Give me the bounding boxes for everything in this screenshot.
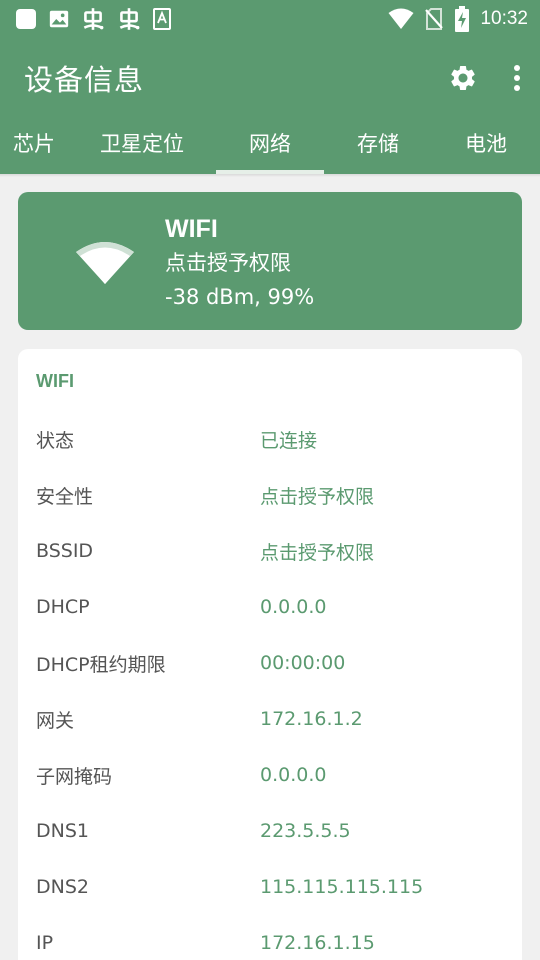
no-sim-icon: [424, 7, 444, 31]
detail-row-subnet-mask: 子网掩码 0.0.0.0: [36, 747, 522, 803]
detail-value[interactable]: 点击授予权限: [260, 482, 374, 509]
wifi-summary-subtitle: 点击授予权限: [165, 251, 291, 275]
detail-label: DNS1: [36, 820, 89, 842]
battery-charging-icon: [454, 6, 470, 32]
detail-label: DNS2: [36, 876, 89, 898]
detail-value: 已连接: [260, 429, 318, 452]
detail-value: 115.115.115.115: [260, 876, 424, 898]
gear-icon: [451, 66, 475, 90]
detail-label: 子网掩码: [36, 765, 113, 788]
wifi-signal-strength: -38 dBm, 99%: [165, 285, 315, 309]
bug-icon: [116, 6, 142, 32]
top-bar: 10:32 设备信息 芯片 卫星定位 网络 存储 电池: [0, 0, 540, 174]
settings-button[interactable]: [448, 63, 478, 93]
tab-bar-shadow: [0, 174, 540, 177]
clock: 10:32: [480, 8, 528, 29]
wifi-summary-card[interactable]: WIFI 点击授予权限 -38 dBm, 99%: [18, 192, 522, 330]
device-info-screen: 10:32 设备信息 芯片 卫星定位 网络 存储 电池 WIFI 点击授予权限 …: [0, 0, 540, 960]
detail-value: 172.16.1.2: [260, 708, 363, 730]
detail-row-bssid[interactable]: BSSID 点击授予权限: [36, 523, 522, 579]
detail-label: 网关: [36, 709, 75, 732]
detail-row-dhcp: DHCP 0.0.0.0: [36, 579, 522, 635]
square-app-icon: [14, 7, 38, 31]
detail-value: 223.5.5.5: [260, 820, 351, 842]
tab-label: 芯片: [13, 132, 55, 156]
bug-icon: [80, 6, 106, 32]
detail-row-gateway: 网关 172.16.1.2: [36, 691, 522, 747]
detail-row-dhcp-lease: DHCP租约期限 00:00:00: [36, 635, 522, 691]
detail-label: DHCP租约期限: [36, 653, 166, 676]
detail-label: DHCP: [36, 596, 90, 618]
tab-label: 网络: [249, 132, 291, 156]
wifi-details-card: WIFI 状态 已连接 安全性 点击授予权限 BSSID 点击授予权限 DHCP…: [18, 349, 522, 960]
tab-label: 存储: [357, 132, 399, 156]
detail-label: 状态: [36, 429, 75, 452]
detail-value: 00:00:00: [260, 652, 346, 674]
more-vert-icon: [514, 65, 520, 91]
detail-row-dns2: DNS2 115.115.115.115: [36, 859, 522, 915]
tab-label: 电池: [465, 132, 507, 156]
tab-satellite-positioning[interactable]: 卫星定位: [68, 118, 216, 174]
tab-chip[interactable]: 芯片: [0, 118, 68, 174]
tab-bar: 芯片 卫星定位 网络 存储 电池: [0, 118, 540, 174]
detail-value: 172.16.1.15: [260, 932, 375, 954]
detail-row-security[interactable]: 安全性 点击授予权限: [36, 467, 522, 523]
tab-network[interactable]: 网络: [216, 118, 324, 174]
tab-battery[interactable]: 电池: [432, 118, 540, 174]
wifi-summary-title: WIFI: [165, 215, 218, 243]
status-bar-notifications: [14, 6, 172, 32]
detail-value: 0.0.0.0: [260, 764, 327, 786]
wifi-summary-text: WIFI 点击授予权限 -38 dBm, 99%: [165, 212, 314, 314]
detail-row-ip: IP 172.16.1.15: [36, 915, 522, 960]
detail-row-dns1: DNS1 223.5.5.5: [36, 803, 522, 859]
wifi-icon: [388, 8, 414, 30]
app-bar: 设备信息: [0, 38, 540, 118]
font-icon: [152, 8, 172, 30]
detail-value[interactable]: 点击授予权限: [260, 538, 374, 565]
more-options-button[interactable]: [512, 64, 522, 92]
page-title: 设备信息: [24, 63, 145, 97]
app-bar-actions: [448, 63, 522, 93]
detail-value: 0.0.0.0: [260, 596, 327, 618]
tab-storage[interactable]: 存储: [324, 118, 432, 174]
status-bar-system: 10:32: [388, 6, 528, 32]
detail-label: IP: [36, 932, 54, 954]
status-bar: 10:32: [0, 0, 540, 38]
detail-label: 安全性: [36, 485, 94, 508]
tab-label: 卫星定位: [100, 132, 184, 156]
detail-row-status: 状态 已连接: [36, 411, 522, 467]
image-icon: [48, 8, 70, 30]
wifi-signal-icon: [76, 238, 134, 290]
card-title: WIFI: [36, 371, 74, 391]
detail-label: BSSID: [36, 540, 94, 562]
